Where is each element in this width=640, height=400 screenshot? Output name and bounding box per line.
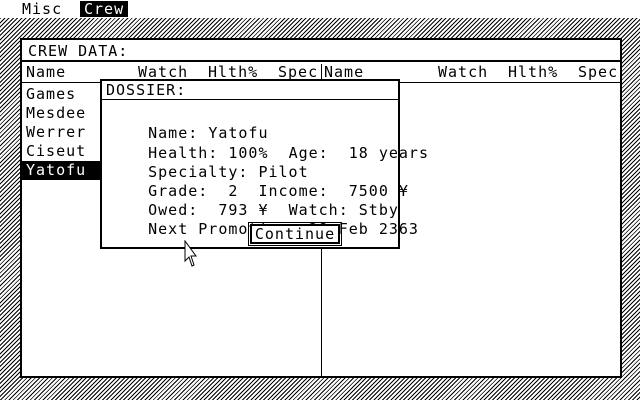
mouse-pointer-icon xyxy=(184,240,197,267)
dossier-health-row: Health: 100% Age: 18 years xyxy=(108,126,429,162)
col-header-watch-right: Watch xyxy=(438,63,489,81)
menu-crew[interactable]: Crew xyxy=(80,1,129,17)
dossier-owed-row: Owed: 793 ¥ Watch: Stby xyxy=(108,183,399,219)
dossier-name-row: Name: Yatofu xyxy=(108,106,269,142)
dossier-title: DOSSIER: xyxy=(102,81,398,100)
col-header-health-right: Hlth% xyxy=(508,63,559,81)
dossier-dialog: DOSSIER: Name: Yatofu Health: 100% Age: … xyxy=(100,79,428,249)
age-value: 18 years xyxy=(348,144,429,162)
menu-bar: Misc Crew xyxy=(0,0,640,18)
window-title: CREW DATA: xyxy=(22,40,620,62)
menu-misc[interactable]: Misc xyxy=(18,1,66,17)
col-header-name-left: Name xyxy=(26,63,67,81)
continue-button[interactable]: Continue xyxy=(248,222,342,246)
dossier-grade-row: Grade: 2 Income: 7500 ¥ xyxy=(108,164,409,200)
dossier-promotion-row: Next Promotion: 28 Feb 2363 xyxy=(108,202,419,238)
col-header-spec-right: Spec xyxy=(578,63,619,81)
dossier-specialty-row: Specialty: Pilot xyxy=(108,145,309,181)
